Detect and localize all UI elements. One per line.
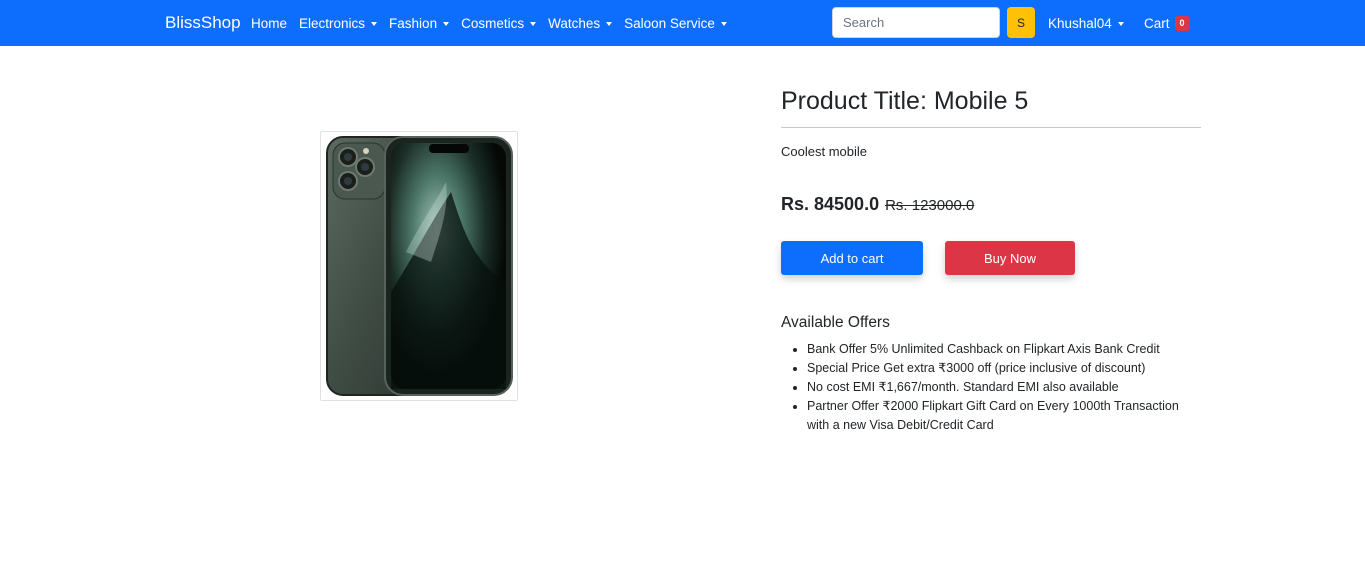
offer-item: Bank Offer 5% Unlimited Cashback on Flip… <box>807 340 1197 359</box>
nav-item-label: Cosmetics <box>461 15 525 31</box>
caret-down-icon <box>606 21 613 26</box>
offers-heading: Available Offers <box>781 314 890 331</box>
offer-item: Special Price Get extra ₹3000 off (price… <box>807 359 1197 378</box>
nav-item-watches[interactable]: Watches <box>542 16 618 31</box>
nav-item-label: Saloon Service <box>624 15 715 31</box>
offer-item: Partner Offer ₹2000 Flipkart Gift Card o… <box>807 397 1197 435</box>
navbar: BlissShop Home Electronics Fashion Cosme… <box>0 0 1365 46</box>
product-price: Rs. 84500.0 <box>781 194 880 214</box>
brand-logo[interactable]: BlissShop <box>165 12 241 34</box>
nav-links: Home Electronics Fashion Cosmetics Watch… <box>245 0 733 46</box>
caret-down-icon <box>1117 21 1124 26</box>
caret-down-icon <box>530 21 537 26</box>
cart-count-badge: 0 <box>1174 15 1190 31</box>
nav-item-cosmetics[interactable]: Cosmetics <box>455 16 542 31</box>
caret-down-icon <box>443 21 450 26</box>
nav-item-home[interactable]: Home <box>245 16 293 31</box>
nav-item-saloon-service[interactable]: Saloon Service <box>618 16 733 31</box>
caret-down-icon <box>371 21 378 26</box>
product-old-price: Rs. 123000.0 <box>885 197 975 214</box>
nav-item-label: Fashion <box>389 15 438 31</box>
search-button[interactable]: S <box>1007 7 1035 38</box>
product-title: Product Title: Mobile 5 <box>781 87 1029 115</box>
username: Khushal04 <box>1048 15 1112 31</box>
nav-item-label: Home <box>251 15 288 31</box>
nav-item-label: Watches <box>548 15 601 31</box>
buy-now-button[interactable]: Buy Now <box>945 241 1075 275</box>
title-divider <box>781 127 1201 128</box>
offer-item: No cost EMI ₹1,667/month. Standard EMI a… <box>807 378 1197 397</box>
add-to-cart-button[interactable]: Add to cart <box>781 241 923 275</box>
nav-item-label: Electronics <box>299 15 366 31</box>
product-description: Coolest mobile <box>781 144 867 159</box>
product-image <box>320 131 518 401</box>
caret-down-icon <box>720 21 727 26</box>
search-input[interactable] <box>832 7 1000 38</box>
nav-item-electronics[interactable]: Electronics <box>293 16 383 31</box>
nav-item-fashion[interactable]: Fashion <box>383 16 455 31</box>
offers-list: Bank Offer 5% Unlimited Cashback on Flip… <box>807 340 1197 435</box>
smartphone-image <box>326 136 513 396</box>
user-menu[interactable]: Khushal04 <box>1048 0 1124 46</box>
cart-label: Cart <box>1144 15 1170 31</box>
price-row: Rs. 84500.0 Rs. 123000.0 <box>781 194 974 215</box>
cart-link[interactable]: Cart 0 <box>1144 0 1190 46</box>
